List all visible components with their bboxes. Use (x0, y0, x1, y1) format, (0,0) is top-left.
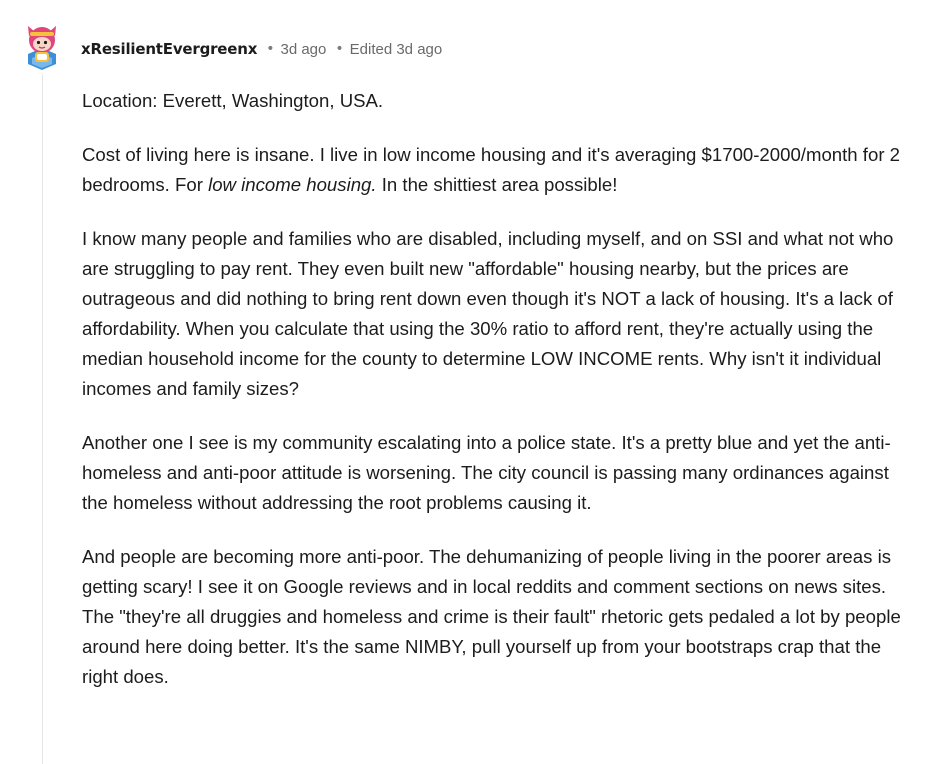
comment-paragraph: Another one I see is my community escala… (82, 432, 891, 513)
comment-paragraph: Cost of living here is insane. I live in… (82, 140, 912, 200)
username-link[interactable]: xResilientEvergreenx (81, 40, 257, 58)
comment-paragraph: I know many people and families who are … (82, 228, 894, 399)
comment-body: Location: Everett, Washington, USA. Cost… (82, 86, 912, 716)
user-avatar[interactable] (22, 20, 62, 72)
emphasized-text: low income housing. (208, 174, 377, 195)
separator-dot: • (335, 41, 344, 57)
comment-header: xResilientEvergreenx • 3d ago • Edited 3… (81, 38, 442, 60)
timestamp[interactable]: 3d ago (280, 41, 326, 58)
avatar-snoo-icon (28, 26, 56, 70)
paragraph-text: In the shittiest area possible! (376, 174, 618, 195)
thread-line[interactable] (42, 74, 43, 764)
comment-paragraph: Location: Everett, Washington, USA. (82, 90, 384, 111)
comment-paragraph: And people are becoming more anti-poor. … (82, 546, 901, 687)
edited-timestamp: Edited 3d ago (349, 40, 443, 58)
separator-dot: • (266, 41, 275, 57)
